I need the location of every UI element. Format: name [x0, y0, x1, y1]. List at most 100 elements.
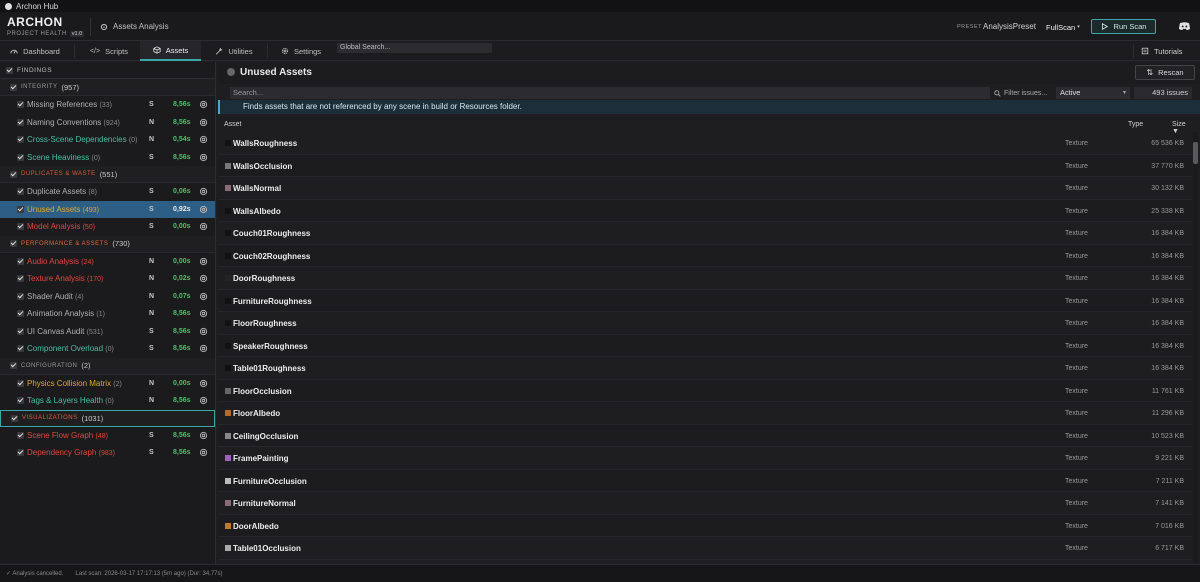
- table-row[interactable]: Table01Occlusion Texture 6 717 KB: [218, 537, 1192, 560]
- table-row[interactable]: WallsAlbedo Texture 25 338 KB: [218, 199, 1192, 222]
- finding-item[interactable]: Unused Assets (493) S 0,92s: [0, 200, 215, 218]
- gear-icon[interactable]: [199, 274, 208, 283]
- checkbox-icon[interactable]: [17, 205, 24, 213]
- tab-assets[interactable]: Assets: [140, 41, 201, 61]
- finding-item[interactable]: Animation Analysis (1) N 8,56s: [0, 305, 215, 323]
- table-row[interactable]: FurnitureRoughness Texture 16 384 KB: [218, 289, 1192, 312]
- findings-group[interactable]: VISUALIZATIONS (1031): [0, 409, 215, 427]
- finding-item[interactable]: Tags & Layers Health (0) N 8,56s: [0, 392, 215, 410]
- gear-icon[interactable]: [199, 396, 208, 405]
- finding-item[interactable]: Cross-Scene Dependencies (0) N 0,54s: [0, 131, 215, 149]
- gear-icon[interactable]: [199, 135, 208, 144]
- scrollbar[interactable]: [1193, 132, 1198, 562]
- table-row[interactable]: FurnitureNormal Texture 7 141 KB: [218, 492, 1192, 515]
- gear-icon[interactable]: [199, 187, 208, 196]
- global-search-input[interactable]: Global Search...: [337, 43, 492, 53]
- finding-item[interactable]: Component Overload (0) S 8,56s: [0, 340, 215, 358]
- checkbox-icon[interactable]: [17, 397, 24, 404]
- finding-item[interactable]: Scene Heaviness (0) S 8,56s: [0, 149, 215, 167]
- gear-icon[interactable]: [199, 153, 208, 162]
- preset-value[interactable]: AnalysisPreset: [983, 22, 1036, 31]
- finding-item[interactable]: Audio Analysis (24) N 0,00s: [0, 253, 215, 271]
- table-row[interactable]: WallsOcclusion Texture 37 770 KB: [218, 154, 1192, 177]
- checkbox-icon[interactable]: [17, 188, 24, 195]
- findings-group[interactable]: PERFORMANCE & ASSETS (730): [0, 235, 215, 253]
- column-asset[interactable]: Asset: [224, 121, 242, 128]
- checkbox-icon[interactable]: [17, 275, 24, 282]
- checkbox-icon[interactable]: [17, 431, 24, 439]
- gear-icon[interactable]: [199, 448, 208, 457]
- discord-icon[interactable]: [1178, 21, 1191, 31]
- gear-icon[interactable]: [199, 222, 208, 231]
- tutorials-button[interactable]: Tutorials: [1141, 41, 1182, 61]
- table-row[interactable]: Couch01Roughness Texture 16 384 KB: [218, 222, 1192, 245]
- status-select[interactable]: Active ▾: [1056, 87, 1130, 99]
- checkbox-icon[interactable]: [17, 327, 24, 335]
- table-row[interactable]: Couch02Roughness Texture 16 384 KB: [218, 244, 1192, 267]
- finding-item[interactable]: Missing References (33) S 8,56s: [0, 96, 215, 114]
- table-row[interactable]: FloorRoughness Texture 16 384 KB: [218, 312, 1192, 335]
- tab-settings[interactable]: Settings: [272, 41, 330, 61]
- table-row[interactable]: FloorOcclusion Texture 11 761 KB: [218, 379, 1192, 402]
- scroll-thumb[interactable]: [1193, 142, 1198, 164]
- checkbox-icon[interactable]: [17, 136, 24, 143]
- gear-icon[interactable]: [199, 292, 208, 301]
- table-row[interactable]: WallsNormal Texture 30 132 KB: [218, 177, 1192, 200]
- tab-scripts[interactable]: </> Scripts: [80, 41, 138, 61]
- gear-icon[interactable]: [199, 344, 208, 353]
- asset-search-input[interactable]: Search...: [230, 87, 990, 99]
- finding-item[interactable]: Model Analysis (50) S 0,00s: [0, 218, 215, 236]
- checkbox-icon[interactable]: [17, 223, 24, 230]
- checkbox-icon[interactable]: [17, 101, 24, 108]
- tab-dashboard[interactable]: Dashboard: [0, 41, 70, 61]
- gear-icon[interactable]: [199, 118, 208, 127]
- checkbox-icon[interactable]: [10, 240, 17, 247]
- finding-item[interactable]: Scene Flow Graph (48) S 8,56s: [0, 427, 215, 445]
- finding-item[interactable]: UI Canvas Audit (531) S 8,56s: [0, 323, 215, 341]
- checkbox-icon[interactable]: [17, 292, 24, 300]
- finding-item[interactable]: Shader Audit (4) N 0,07s: [0, 288, 215, 306]
- checkbox-icon[interactable]: [17, 345, 24, 352]
- checkbox-icon[interactable]: [10, 362, 17, 369]
- gear-icon[interactable]: [199, 431, 208, 440]
- checkbox-icon[interactable]: [17, 449, 24, 456]
- checkbox-icon[interactable]: [11, 414, 18, 422]
- checkbox-icon[interactable]: [17, 379, 24, 387]
- checkbox-icon[interactable]: [17, 118, 24, 126]
- checkbox-icon[interactable]: [17, 153, 24, 161]
- finding-item[interactable]: Texture Analysis (170) N 0,02s: [0, 270, 215, 288]
- table-row[interactable]: FurnitureOcclusion Texture 7 211 KB: [218, 469, 1192, 492]
- finding-item[interactable]: Physics Collision Matrix (2) N 0,00s: [0, 375, 215, 393]
- findings-group[interactable]: CONFIGURATION (2): [0, 357, 215, 375]
- tab-utilities[interactable]: Utilities: [205, 41, 263, 61]
- checkbox-icon[interactable]: [17, 310, 24, 317]
- gear-icon[interactable]: [199, 205, 208, 214]
- findings-group[interactable]: DUPLICATES & WASTE (551): [0, 166, 215, 183]
- finding-item[interactable]: Duplicate Assets (8) S 0,06s: [0, 183, 215, 201]
- table-row[interactable]: FloorAlbedo Texture 11 296 KB: [218, 402, 1192, 425]
- checkbox-icon[interactable]: [6, 66, 13, 74]
- run-scan-button[interactable]: Run Scan: [1091, 19, 1156, 34]
- column-type[interactable]: Type: [1128, 121, 1143, 128]
- rescan-button[interactable]: ⇅ Rescan: [1135, 65, 1195, 80]
- table-row[interactable]: DoorRoughness Texture 16 384 KB: [218, 267, 1192, 290]
- finding-item[interactable]: Dependency Graph (983) S 8,56s: [0, 444, 215, 462]
- gear-icon[interactable]: [199, 327, 208, 336]
- gear-icon[interactable]: [199, 257, 208, 266]
- checkbox-icon[interactable]: [17, 257, 24, 265]
- scan-mode-select[interactable]: FullScan ▾: [1043, 21, 1083, 33]
- table-row[interactable]: CeilingOcclusion Texture 10 523 KB: [218, 424, 1192, 447]
- gear-icon[interactable]: [199, 100, 208, 109]
- table-row[interactable]: WallsRoughness Texture 65 536 KB: [218, 132, 1192, 155]
- gear-icon[interactable]: [199, 379, 208, 388]
- filter-issues-input[interactable]: Filter issues...: [992, 87, 1054, 99]
- gear-icon[interactable]: [199, 309, 208, 318]
- table-row[interactable]: DoorAlbedo Texture 7 016 KB: [218, 514, 1192, 537]
- findings-group[interactable]: INTEGRITY (957): [0, 79, 215, 96]
- checkbox-icon[interactable]: [10, 170, 17, 178]
- table-row[interactable]: FramePainting Texture 9 221 KB: [218, 447, 1192, 470]
- finding-item[interactable]: Naming Conventions (924) N 8,56s: [0, 114, 215, 132]
- findings-header[interactable]: FINDINGS: [0, 62, 215, 79]
- table-row[interactable]: Table01Roughness Texture 16 384 KB: [218, 357, 1192, 380]
- table-row[interactable]: SpeakerRoughness Texture 16 384 KB: [218, 334, 1192, 357]
